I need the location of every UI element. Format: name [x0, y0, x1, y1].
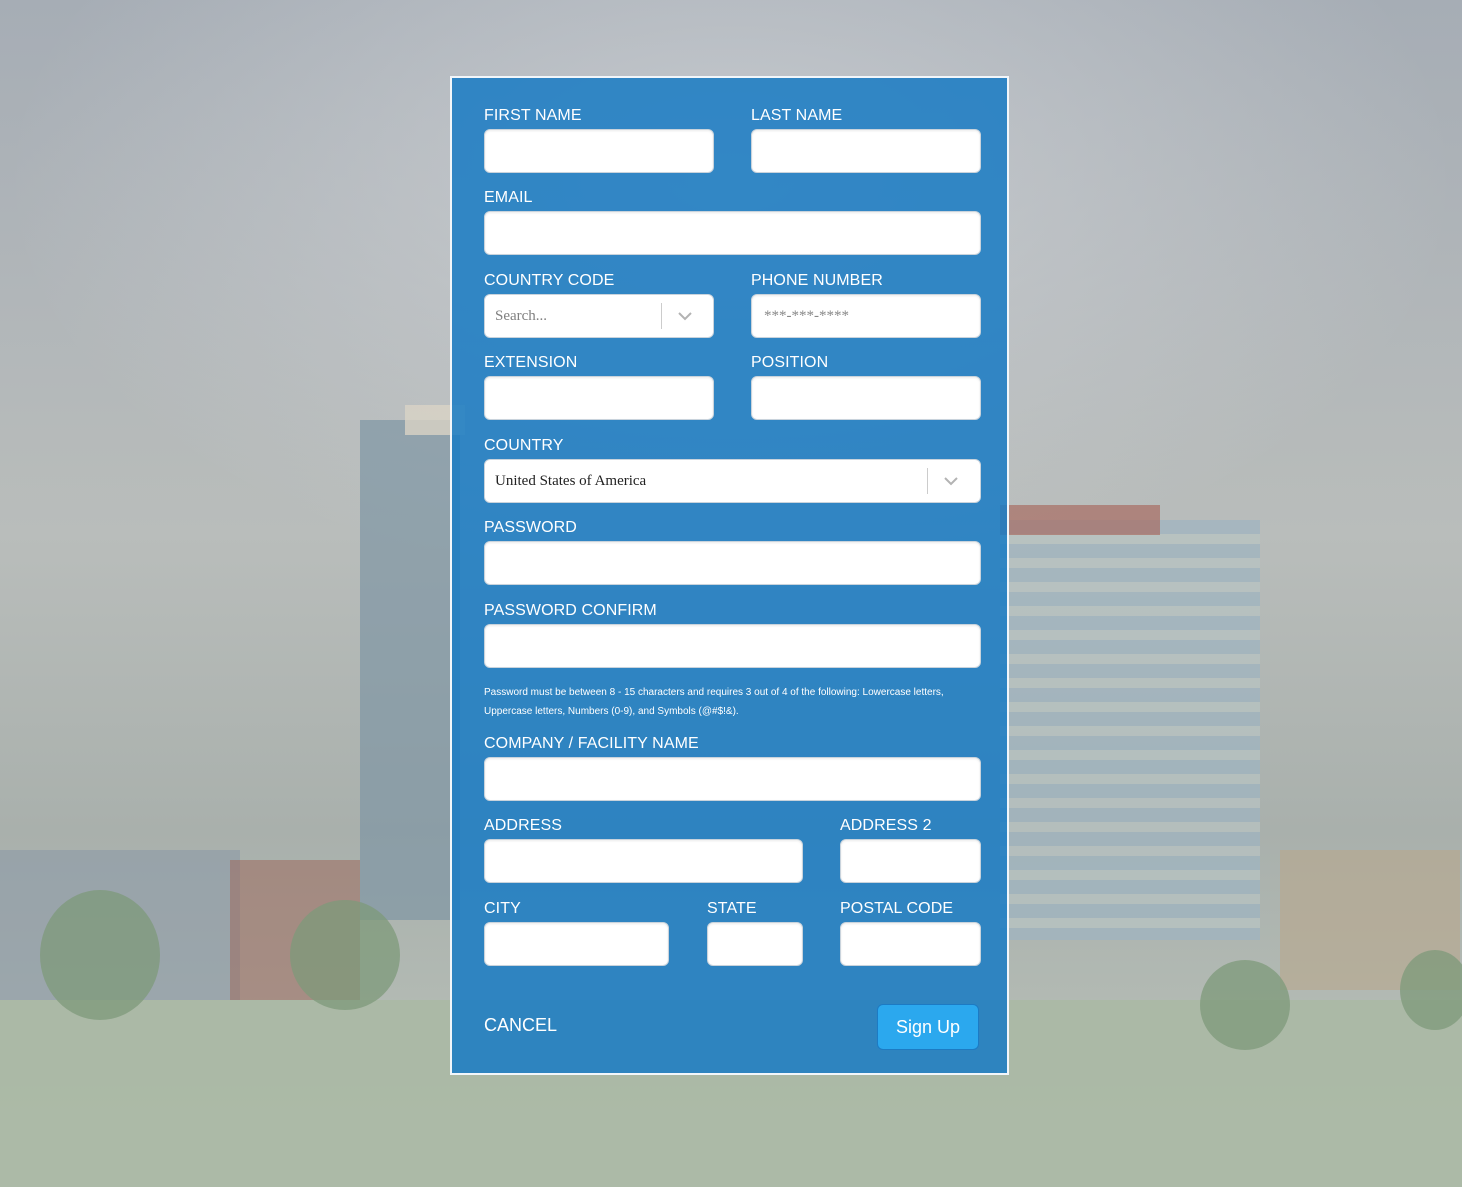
tree — [290, 900, 400, 1010]
select-separator — [927, 468, 928, 494]
country-code-select[interactable]: Search... — [484, 294, 714, 338]
select-separator — [661, 303, 662, 329]
building-right-wing — [1000, 520, 1260, 940]
tree — [1200, 960, 1290, 1050]
phone-number-label: PHONE NUMBER — [751, 272, 883, 289]
extension-label: EXTENSION — [484, 354, 578, 371]
state-field[interactable] — [707, 922, 803, 966]
password-requirements-hint: Password must be between 8 - 15 characte… — [484, 687, 944, 717]
position-field[interactable] — [751, 376, 981, 420]
postal-code-field[interactable] — [840, 922, 981, 966]
state-label: STATE — [707, 900, 757, 917]
sign-up-button[interactable]: Sign Up — [877, 1004, 979, 1050]
city-field[interactable] — [484, 922, 669, 966]
country-code-label: COUNTRY CODE — [484, 272, 615, 289]
chevron-down-icon[interactable] — [663, 295, 707, 337]
first-name-label: FIRST NAME — [484, 107, 582, 124]
password-label: PASSWORD — [484, 519, 577, 536]
password-confirm-label: PASSWORD CONFIRM — [484, 602, 657, 619]
phone-number-field[interactable] — [751, 294, 981, 338]
building-tower — [360, 420, 460, 920]
first-name-field[interactable] — [484, 129, 714, 173]
email-field[interactable] — [484, 211, 981, 255]
tree — [1400, 950, 1462, 1030]
address2-label: ADDRESS 2 — [840, 817, 932, 834]
postal-code-label: POSTAL CODE — [840, 900, 954, 917]
company-field[interactable] — [484, 757, 981, 801]
chevron-down-icon[interactable] — [929, 460, 973, 502]
tree — [40, 890, 160, 1020]
address2-field[interactable] — [840, 839, 981, 883]
password-confirm-field[interactable] — [484, 624, 981, 668]
password-field[interactable] — [484, 541, 981, 585]
address-label: ADDRESS — [484, 817, 563, 834]
city-label: CITY — [484, 900, 521, 917]
last-name-field[interactable] — [751, 129, 981, 173]
extension-field[interactable] — [484, 376, 714, 420]
last-name-label: LAST NAME — [751, 107, 843, 124]
email-label: EMAIL — [484, 189, 533, 206]
company-label: COMPANY / FACILITY NAME — [484, 735, 699, 752]
country-code-placeholder: Search... — [495, 308, 548, 324]
position-label: POSITION — [751, 354, 829, 371]
building-right-roof — [1000, 505, 1160, 535]
cancel-button[interactable]: CANCEL — [484, 1015, 557, 1036]
country-select[interactable]: United States of America — [484, 459, 981, 503]
country-label: COUNTRY — [484, 437, 564, 454]
signup-form-panel: FIRST NAME LAST NAME EMAIL COUNTRY CODE … — [450, 76, 1009, 1075]
address-field[interactable] — [484, 839, 803, 883]
country-selected-value: United States of America — [495, 473, 647, 489]
